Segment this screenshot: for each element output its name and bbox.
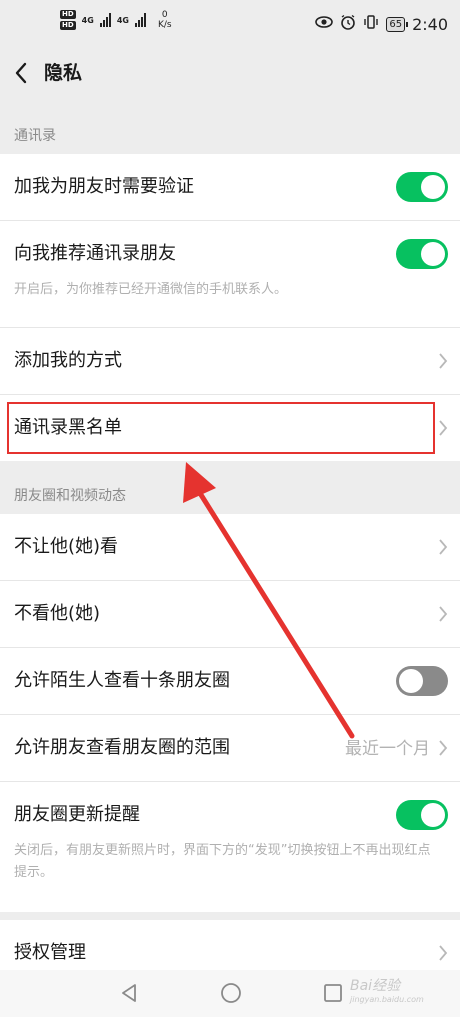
verify-friend-toggle[interactable] bbox=[396, 172, 448, 202]
section-label-moments: 朋友圈和视频动态 bbox=[14, 488, 126, 504]
stranger-view-label: 允许陌生人查看十条朋友圈 bbox=[14, 670, 230, 691]
stranger-view-row[interactable]: 允许陌生人查看十条朋友圈 bbox=[0, 648, 460, 715]
recommend-contacts-label: 向我推荐通讯录朋友 bbox=[14, 243, 176, 264]
network-type-1: 4G bbox=[81, 15, 94, 25]
nav-recents-button[interactable] bbox=[322, 982, 344, 1008]
recommend-contacts-toggle[interactable] bbox=[396, 239, 448, 269]
watermark-text: Bai经验 bbox=[350, 978, 401, 994]
contacts-blacklist-label: 通讯录黑名单 bbox=[14, 417, 122, 438]
vibrate-icon bbox=[363, 14, 379, 34]
chevron-right-icon bbox=[438, 739, 448, 757]
add-methods-label: 添加我的方式 bbox=[14, 350, 122, 371]
moments-group: 不让他(她)看 不看他(她) 允许陌生人查看十条朋友圈 允许朋友查看朋友圈的范围… bbox=[0, 514, 460, 912]
moments-range-row[interactable]: 允许朋友查看朋友圈的范围 最近一个月 bbox=[0, 715, 460, 782]
back-button[interactable] bbox=[12, 60, 32, 86]
moments-reminder-row[interactable]: 朋友圈更新提醒 关闭后，有朋友更新照片时，界面下方的“发现”切换按钮上不再出现红… bbox=[0, 782, 460, 912]
toggle-knob bbox=[399, 669, 423, 693]
page-title: 隐私 bbox=[44, 62, 83, 84]
chevron-left-icon bbox=[15, 62, 27, 84]
alarm-icon bbox=[340, 14, 356, 34]
moments-reminder-label: 朋友圈更新提醒 bbox=[14, 804, 140, 825]
auth-manage-label: 授权管理 bbox=[14, 942, 86, 963]
recommend-contacts-desc: 开启后，为你推荐已经开通微信的手机联系人。 bbox=[14, 282, 288, 297]
circle-home-icon bbox=[221, 983, 241, 1003]
watermark-sub: jingyan.baidu.com bbox=[350, 995, 424, 1004]
hide-moments-from-label: 不让他(她)看 bbox=[14, 536, 119, 557]
toggle-knob bbox=[421, 242, 445, 266]
chevron-right-icon bbox=[438, 944, 448, 962]
toggle-knob bbox=[421, 175, 445, 199]
stranger-view-toggle[interactable] bbox=[396, 666, 448, 696]
net-speed-unit: K/s bbox=[157, 20, 172, 30]
status-right: 65 2:40 bbox=[315, 14, 448, 34]
triangle-back-icon bbox=[122, 984, 136, 1002]
section-label-contacts: 通讯录 bbox=[14, 128, 56, 144]
eye-icon bbox=[315, 15, 334, 33]
moments-range-value: 最近一个月 bbox=[345, 739, 430, 759]
net-speed: 0 K/s bbox=[158, 10, 172, 30]
chevron-right-icon bbox=[438, 605, 448, 623]
hd-icon: HD HD bbox=[60, 10, 76, 30]
status-bar: HD HD 4G 4G 0 K/s 65 2:40 bbox=[0, 0, 460, 48]
verify-friend-row[interactable]: 加我为朋友时需要验证 bbox=[0, 154, 460, 221]
nav-back-button[interactable] bbox=[118, 982, 140, 1008]
battery-icon: 65 bbox=[386, 16, 408, 32]
net-speed-value: 0 bbox=[161, 10, 168, 20]
chevron-right-icon bbox=[438, 419, 448, 437]
toggle-knob bbox=[421, 803, 445, 827]
hide-moments-from-row[interactable]: 不让他(她)看 bbox=[0, 514, 460, 581]
watermark: Bai经验 jingyan.baidu.com bbox=[350, 975, 424, 1004]
contacts-blacklist-row[interactable]: 通讯录黑名单 bbox=[0, 395, 460, 461]
signal-icon bbox=[134, 13, 146, 27]
add-methods-row[interactable]: 添加我的方式 bbox=[0, 328, 460, 395]
moments-reminder-toggle[interactable] bbox=[396, 800, 448, 830]
contacts-group: 加我为朋友时需要验证 向我推荐通讯录朋友 开启后，为你推荐已经开通微信的手机联系… bbox=[0, 154, 460, 461]
network-type-2: 4G bbox=[116, 15, 129, 25]
dont-see-moments-label: 不看他(她) bbox=[14, 603, 101, 624]
recommend-contacts-row[interactable]: 向我推荐通讯录朋友 开启后，为你推荐已经开通微信的手机联系人。 bbox=[0, 221, 460, 328]
hd-badge-1: HD bbox=[60, 10, 76, 19]
status-left: HD HD 4G 4G 0 K/s bbox=[60, 10, 172, 30]
moments-reminder-desc: 关闭后，有朋友更新照片时，界面下方的“发现”切换按钮上不再出现红点提示。 bbox=[14, 843, 431, 880]
square-recents-icon bbox=[324, 984, 342, 1002]
status-time: 2:40 bbox=[412, 14, 448, 34]
chevron-right-icon bbox=[438, 538, 448, 556]
verify-friend-label: 加我为朋友时需要验证 bbox=[14, 176, 194, 197]
page-header: 隐私 bbox=[0, 48, 460, 98]
nav-home-button[interactable] bbox=[220, 982, 242, 1008]
signal-icon bbox=[99, 13, 111, 27]
dont-see-moments-row[interactable]: 不看他(她) bbox=[0, 581, 460, 648]
chevron-right-icon bbox=[438, 352, 448, 370]
hd-badge-2: HD bbox=[60, 21, 76, 30]
moments-range-label: 允许朋友查看朋友圈的范围 bbox=[14, 737, 230, 758]
